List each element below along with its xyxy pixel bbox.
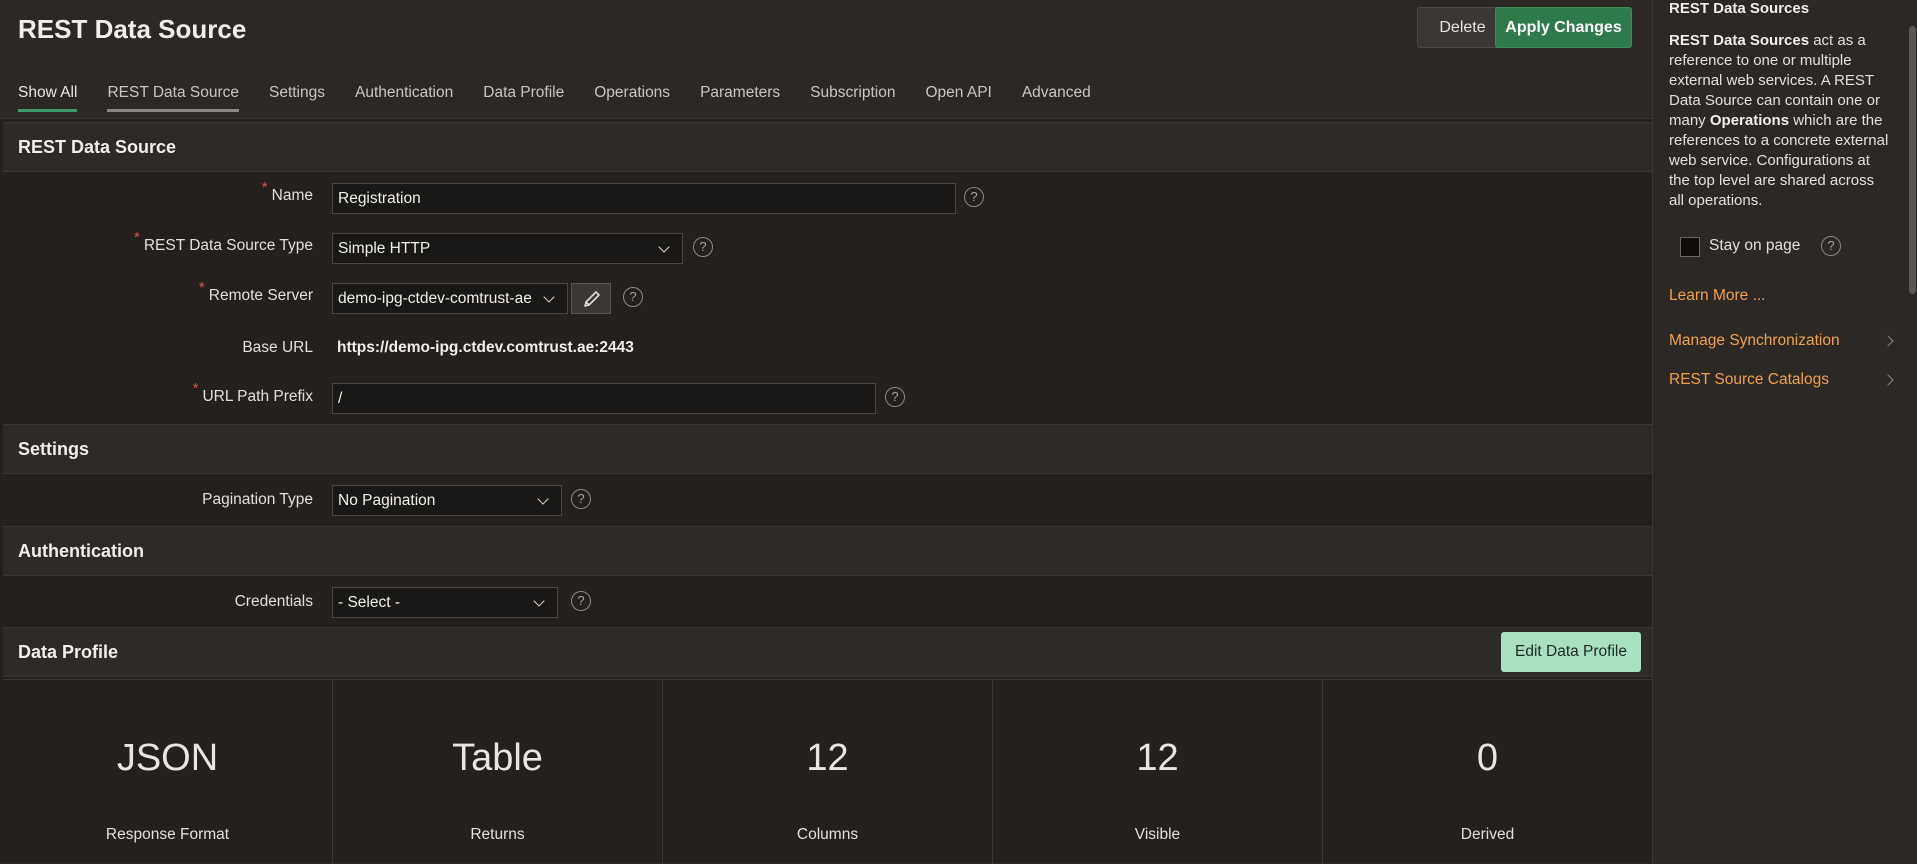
tab-advanced[interactable]: Advanced	[1022, 84, 1091, 112]
help-icon[interactable]: ?	[623, 287, 643, 307]
type-label: * REST Data Source Type	[134, 229, 313, 254]
stat-returns: Table Returns	[333, 680, 663, 864]
apply-changes-button[interactable]: Apply Changes	[1495, 7, 1632, 48]
stat-derived: 0 Derived	[1323, 680, 1652, 864]
pagination-select[interactable]: No Pagination	[332, 485, 562, 516]
section-rest-data-source: REST Data Source	[3, 122, 1652, 172]
stat-visible: 12 Visible	[993, 680, 1323, 864]
credentials-select[interactable]: - Select -	[332, 587, 558, 618]
tab-authentication[interactable]: Authentication	[355, 84, 453, 112]
profile-stats: JSON Response Format Table Returns 12 Co…	[3, 679, 1652, 864]
tab-operations[interactable]: Operations	[594, 84, 670, 112]
required-marker: *	[198, 279, 205, 296]
learn-more-link[interactable]: Learn More ...	[1669, 287, 1766, 305]
stay-on-page-label: Stay on page	[1709, 237, 1801, 254]
tab-parameters[interactable]: Parameters	[700, 84, 780, 112]
edit-server-button[interactable]	[571, 283, 611, 314]
name-input[interactable]: Registration	[332, 183, 956, 214]
name-label: * Name	[261, 179, 313, 204]
chevron-right-icon	[1882, 335, 1894, 347]
side-title: REST Data Sources	[1669, 0, 1810, 17]
manage-sync-link[interactable]: Manage Synchronization	[1669, 332, 1840, 350]
server-label: * Remote Server	[198, 279, 313, 304]
stat-value: JSON	[116, 737, 219, 779]
remote-server-select[interactable]: demo-ipg-ctdev-comtrust-ae	[332, 283, 568, 314]
required-marker: *	[192, 380, 199, 397]
required-marker: *	[261, 179, 268, 196]
tab-bar: Show All REST Data Source Settings Authe…	[18, 84, 1121, 112]
stat-value: Table	[452, 737, 543, 779]
section-settings: Settings	[3, 424, 1652, 474]
help-icon[interactable]: ?	[693, 237, 713, 257]
stat-columns: 12 Columns	[663, 680, 993, 864]
stat-label: Response Format	[105, 826, 230, 843]
section-title: Settings	[18, 439, 90, 459]
tab-data-profile[interactable]: Data Profile	[483, 84, 564, 112]
section-data-profile: Data Profile	[3, 627, 1652, 677]
help-icon[interactable]: ?	[571, 591, 591, 611]
help-icon[interactable]: ?	[1821, 236, 1841, 256]
tab-subscription[interactable]: Subscription	[810, 84, 895, 112]
stat-value: 12	[1136, 737, 1179, 779]
stat-value: 0	[1476, 737, 1499, 779]
rest-catalogs-link[interactable]: REST Source Catalogs	[1669, 371, 1829, 389]
help-side-panel: REST Data Sources REST Data Sources act …	[1652, 0, 1917, 863]
section-authentication: Authentication	[3, 526, 1652, 576]
stat-label: Returns	[470, 826, 525, 843]
stay-on-page-checkbox[interactable]	[1680, 237, 1700, 257]
section-title: Data Profile	[18, 642, 119, 662]
section-title: REST Data Source	[18, 137, 177, 157]
top-bar: REST Data Source Delete Apply Changes Sh…	[0, 0, 1652, 119]
stat-value: 12	[806, 737, 849, 779]
tab-settings[interactable]: Settings	[269, 84, 325, 112]
section-title: Authentication	[18, 541, 144, 561]
page-title: REST Data Source	[18, 14, 247, 44]
pencil-icon	[584, 291, 600, 307]
stat-label: Columns	[796, 826, 859, 843]
help-icon[interactable]: ?	[885, 387, 905, 407]
prefix-label: * URL Path Prefix	[192, 380, 313, 405]
tab-open-api[interactable]: Open API	[925, 84, 991, 112]
stat-response-format: JSON Response Format	[3, 680, 333, 864]
side-description: REST Data Sources act as a reference to …	[1669, 32, 1889, 209]
rest-type-select[interactable]: Simple HTTP	[332, 233, 683, 264]
url-prefix-input[interactable]: /	[332, 383, 876, 414]
chevron-right-icon	[1882, 374, 1894, 386]
base-url-label: Base URL	[242, 339, 313, 356]
scrollbar[interactable]	[1909, 26, 1916, 294]
tab-show-all[interactable]: Show All	[18, 84, 78, 112]
main-panel: REST Data Source Delete Apply Changes Sh…	[0, 0, 1652, 864]
pagination-label: Pagination Type	[202, 491, 313, 508]
stat-label: Derived	[1460, 826, 1515, 843]
help-icon[interactable]: ?	[571, 489, 591, 509]
edit-data-profile-button[interactable]: Edit Data Profile	[1501, 632, 1641, 672]
stat-label: Visible	[1134, 826, 1181, 843]
base-url-value: https://demo-ipg.ctdev.comtrust.ae:2443	[337, 339, 634, 356]
required-marker: *	[134, 229, 140, 246]
tab-rest-data-source[interactable]: REST Data Source	[107, 84, 239, 112]
credentials-label: Credentials	[234, 593, 313, 610]
help-icon[interactable]: ?	[964, 187, 984, 207]
